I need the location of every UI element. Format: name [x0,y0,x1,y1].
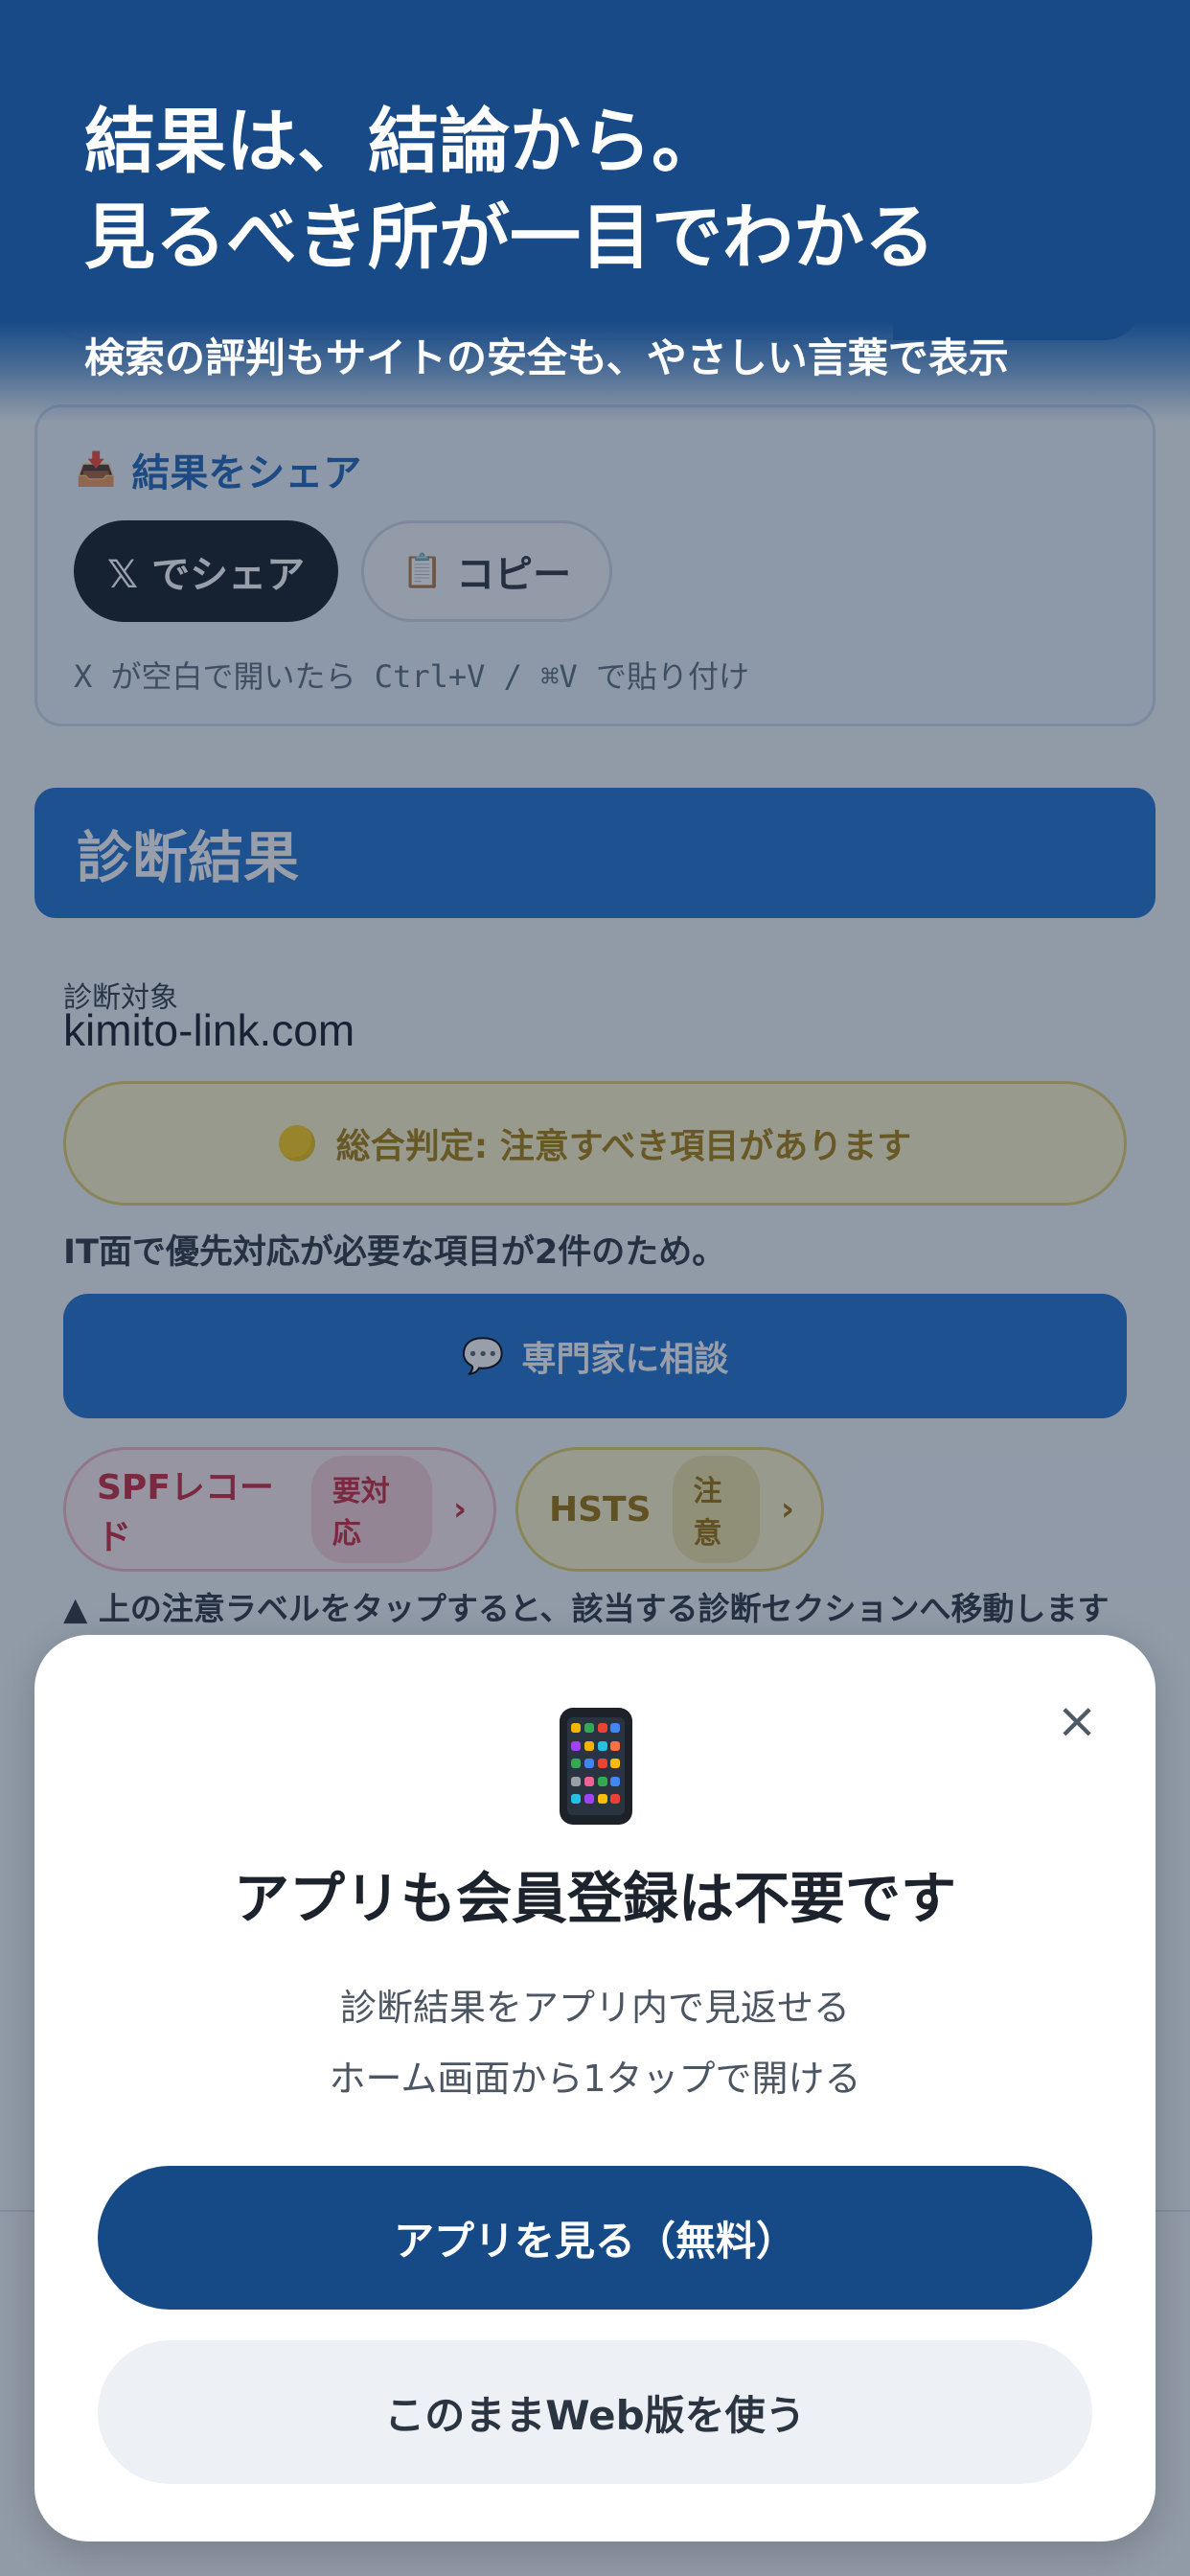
hero-title: 結果は、結論から。 見るべき所が一目でわかる [84,94,935,286]
view-app-button[interactable]: アプリを見る（無料） [98,2166,1092,2310]
close-icon[interactable]: × [1048,1692,1106,1750]
modal-description-line: ホーム画面から1タップで開ける [329,2058,861,2100]
hero-subtitle: 検索の評判もサイトの安全も、やさしい言葉で表示 [84,334,1009,381]
continue-web-button[interactable]: このままWeb版を使う [98,2340,1092,2484]
app-promo-modal: × アプリも会員登録は不要です 診断結果をアプリ内で見返せる ホーム画面から1タ… [34,1635,1156,2542]
hero-title-line: 見るべき所が一目でわかる [84,196,935,279]
modal-title: アプリも会員登録は不要です [233,1866,956,1931]
hero-banner: 結果は、結論から。 見るべき所が一目でわかる 検索の評判もサイトの安全も、やさし… [0,0,1190,422]
hero-title-line: 結果は、結論から。 [84,101,722,183]
page: 📥 結果をシェア 𝕏 でシェア 📋 コピー X が空白で開いたら Ctrl+V … [0,0,1190,2576]
phone-icon [560,1708,632,1825]
modal-description-line: 診断結果をアプリ内で見返せる [339,1987,850,2029]
